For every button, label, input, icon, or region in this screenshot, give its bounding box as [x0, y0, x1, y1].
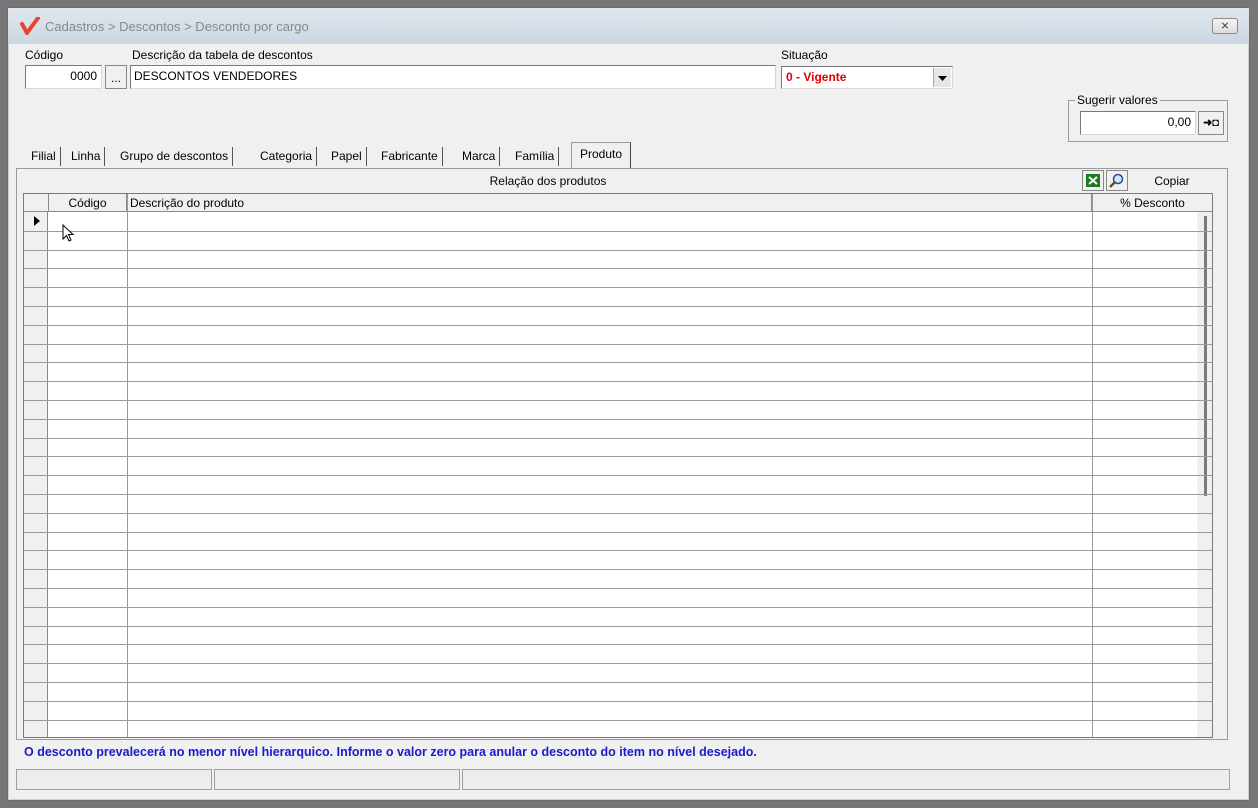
grid-row-line	[24, 625, 1212, 627]
col-header-desconto[interactable]: % Desconto	[1092, 194, 1212, 212]
lookup-button[interactable]: ...	[105, 65, 127, 89]
col-header-descricao[interactable]: Descrição do produto	[127, 194, 1092, 212]
chevron-down-icon[interactable]	[933, 68, 951, 87]
status-panel-1	[16, 769, 212, 790]
grid-row-line	[24, 249, 1212, 251]
grid-corner-header	[24, 194, 49, 212]
grid-row-line	[24, 324, 1212, 326]
tab-filial[interactable]: Filial	[27, 147, 61, 166]
tab-familia[interactable]: Família	[511, 147, 560, 166]
scrollbar-thumb[interactable]	[1204, 216, 1207, 496]
grid-row-line	[24, 644, 1212, 646]
grid-row-line	[24, 362, 1212, 364]
descricao-label: Descrição da tabela de descontos	[132, 48, 313, 62]
grid-row-line	[24, 531, 1212, 533]
tab-produto[interactable]: Produto	[571, 142, 632, 168]
tab-papel[interactable]: Papel	[327, 147, 367, 166]
tab-fabricante[interactable]: Fabricante	[377, 147, 443, 166]
grid-row-line	[24, 381, 1212, 383]
close-button[interactable]: ⨯	[1212, 18, 1238, 34]
descricao-field[interactable]: DESCONTOS VENDEDORES	[130, 65, 776, 89]
grid-row-line	[24, 512, 1212, 514]
status-panel-2	[214, 769, 460, 790]
grid-row-line	[24, 306, 1212, 307]
products-grid[interactable]: Código Descrição do produto % Desconto	[23, 193, 1213, 738]
grid-row-line	[24, 475, 1212, 477]
tab-grupo-de-descontos[interactable]: Grupo de descontos	[116, 147, 234, 166]
situacao-label: Situação	[781, 48, 828, 62]
tab-linha[interactable]: Linha	[67, 147, 106, 166]
grid-row-line	[24, 400, 1212, 401]
excel-icon	[1086, 174, 1100, 187]
situacao-select[interactable]: 0 - Vigente	[781, 66, 953, 89]
app-logo-icon	[20, 17, 40, 35]
status-panel-3	[462, 769, 1230, 790]
grid-column-separator	[127, 194, 128, 737]
window-title: Cadastros > Descontos > Desconto por car…	[45, 19, 309, 34]
search-icon	[1109, 173, 1124, 188]
grid-row-line	[24, 230, 1212, 232]
grid-row-line	[24, 494, 1212, 495]
grid-row-line	[24, 437, 1212, 439]
col-header-codigo[interactable]: Código	[49, 194, 127, 212]
grid-row-line	[24, 719, 1212, 721]
excel-export-button[interactable]	[1082, 170, 1104, 191]
grid-row-line	[24, 663, 1212, 665]
grid-column-separator	[1092, 194, 1093, 737]
grid-title: Relação dos produtos	[489, 174, 607, 188]
grid-row-line	[24, 700, 1212, 702]
grid-row-line	[24, 550, 1212, 552]
mouse-cursor-icon	[62, 224, 75, 242]
grid-row-line	[24, 268, 1212, 270]
sugerir-label: Sugerir valores	[1075, 93, 1160, 107]
title-bar: Cadastros > Descontos > Desconto por car…	[8, 8, 1249, 44]
current-row-arrow-icon	[34, 216, 40, 226]
grid-row-line	[24, 682, 1212, 683]
apply-values-button[interactable]: ➜◘	[1198, 111, 1224, 135]
grid-row-line	[24, 569, 1212, 571]
search-button[interactable]	[1106, 170, 1128, 191]
tab-marca[interactable]: Marca	[458, 147, 501, 166]
grid-row-line	[24, 343, 1212, 345]
grid-row-line	[24, 456, 1212, 458]
grid-row-line	[24, 287, 1212, 289]
situacao-value: 0 - Vigente	[786, 70, 847, 84]
apply-arrow-icon: ➜◘	[1203, 117, 1219, 129]
copy-button[interactable]: Copiar	[1131, 170, 1213, 192]
grid-row-line	[24, 588, 1212, 589]
grid-row-line	[24, 418, 1212, 420]
grid-row-line	[24, 606, 1212, 608]
codigo-field[interactable]: 0000	[25, 65, 102, 89]
codigo-label: Código	[25, 48, 64, 62]
hint-message: O desconto prevalecerá no menor nível hi…	[24, 745, 757, 759]
tab-categoria[interactable]: Categoria	[256, 147, 318, 166]
sugerir-field[interactable]: 0,00	[1080, 111, 1196, 135]
